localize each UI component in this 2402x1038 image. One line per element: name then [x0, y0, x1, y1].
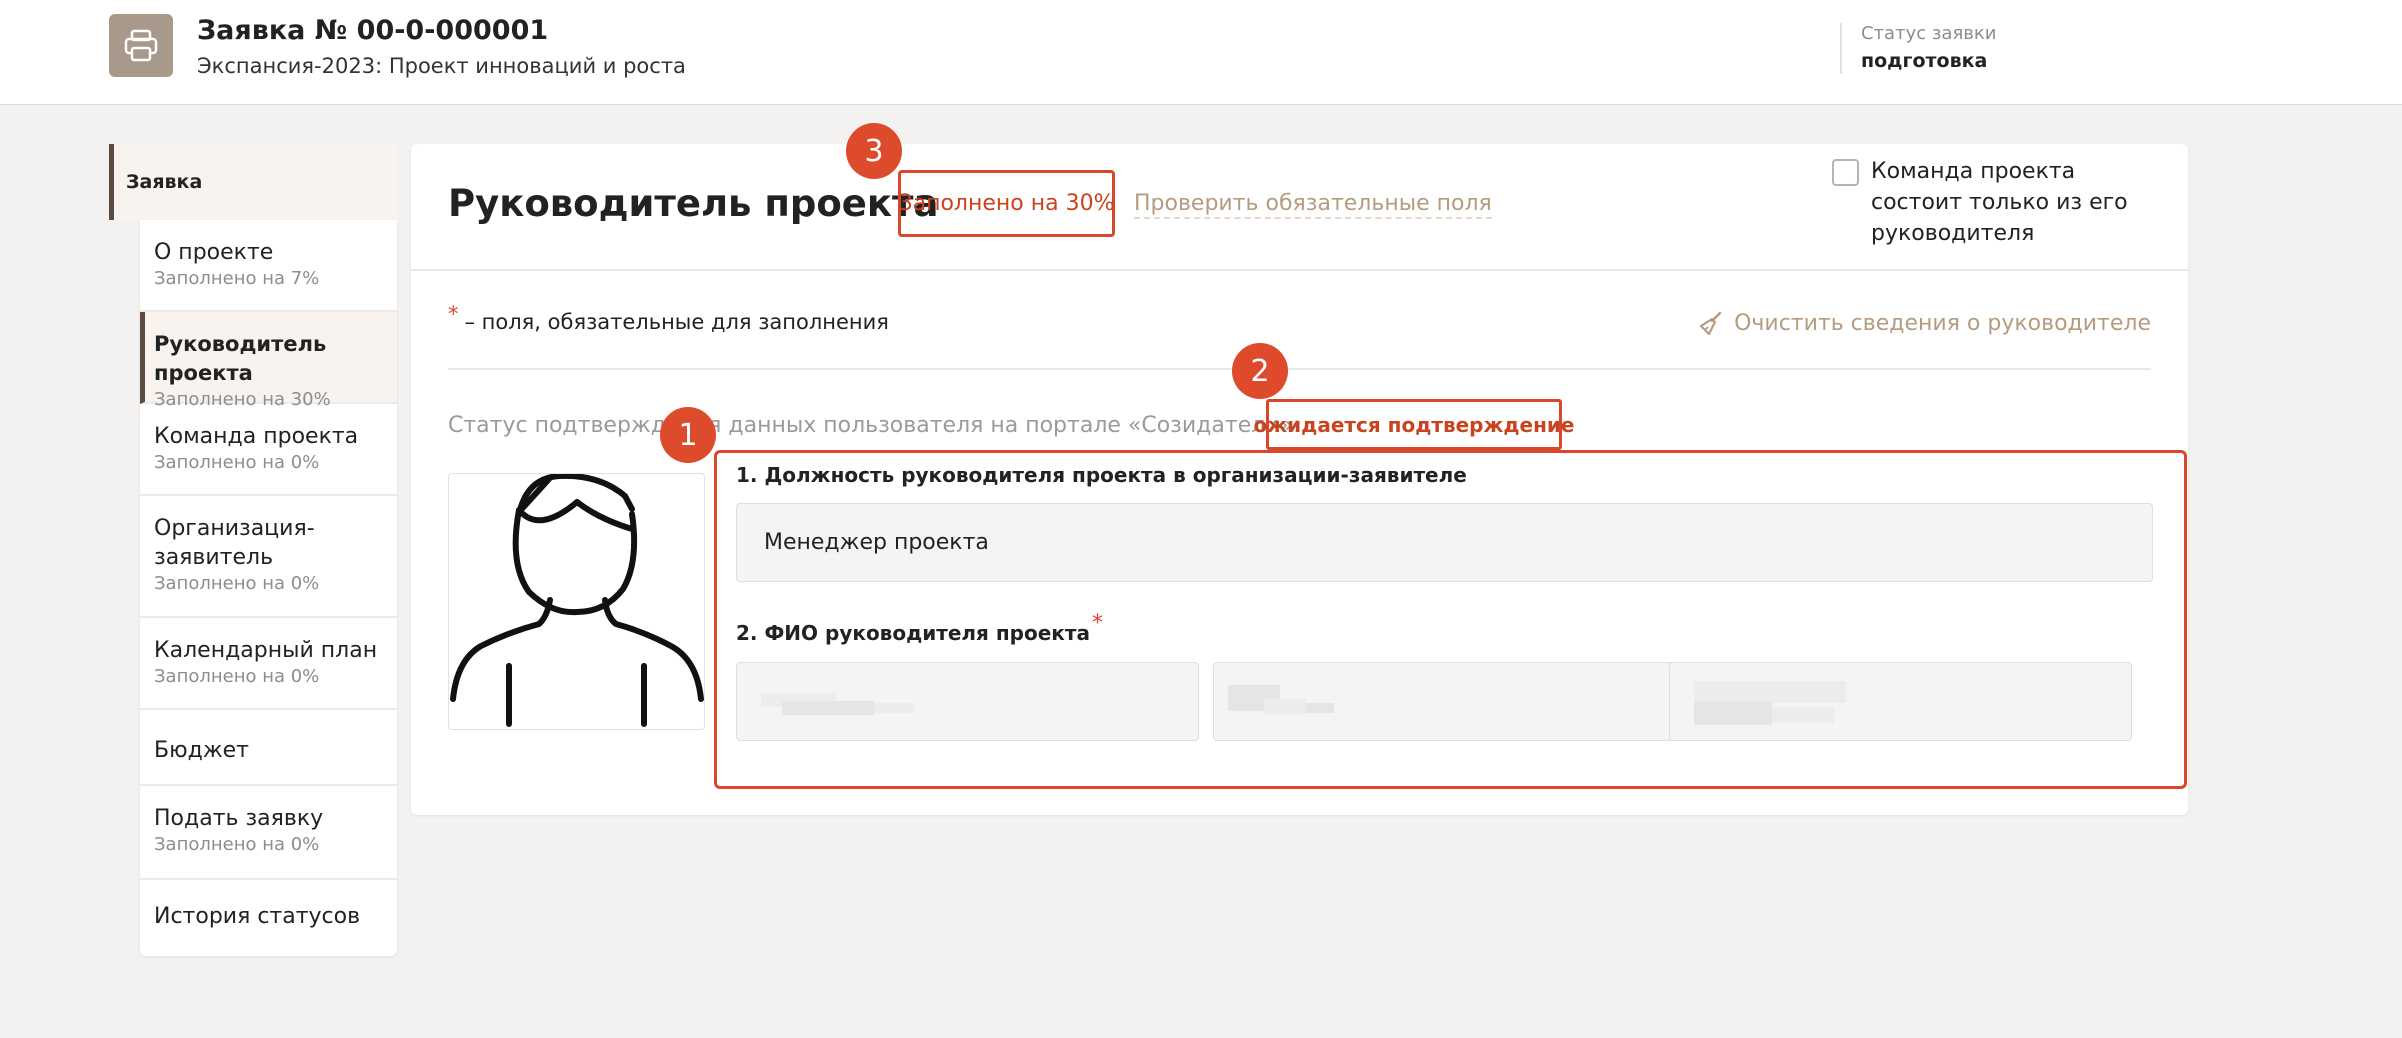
clear-lead-info-button[interactable]: Очистить сведения о руководителе [1698, 310, 2151, 336]
page-title: Руководитель проекта [448, 182, 939, 225]
redacted-text [1694, 681, 1846, 703]
sidebar-item-progress: Заполнено на 0% [154, 452, 320, 473]
request-title: Заявка № 00-0-000001 [197, 15, 549, 46]
person-icon [450, 474, 704, 727]
sidebar-item-team[interactable]: Команда проекта Заполнено на 0% [140, 404, 397, 496]
status-label: Статус заявки [1861, 23, 1997, 44]
sidebar-item-label: Бюджет [154, 738, 249, 763]
fio-field-label: 2. ФИО руководителя проекта* [736, 611, 1103, 646]
confirmation-status-label: Статус подтверждения данных пользователя… [448, 413, 1301, 438]
sidebar-item-budget[interactable]: Бюджет [140, 710, 397, 786]
firstname-input[interactable] [1213, 662, 1676, 741]
printer-icon[interactable] [109, 14, 173, 77]
sidebar-item-label: Команда проекта [154, 424, 359, 449]
sidebar-item-label: Организация-заявитель [154, 516, 315, 570]
sidebar-item-organization[interactable]: Организация-заявитель Заполнено на 0% [140, 496, 397, 618]
request-subtitle: Экспансия-2023: Проект инноваций и роста [197, 54, 686, 78]
check-required-fields-link[interactable]: Проверить обязательные поля [1134, 191, 1492, 219]
sidebar-item-label: Руководитель проекта [154, 332, 327, 385]
request-status: Статус заявки подготовка [1840, 23, 1996, 74]
position-field-label: 1. Должность руководителя проекта в орга… [736, 463, 1467, 487]
required-star: * [448, 302, 459, 326]
required-note-text: – поля, обязательные для заполнения [464, 310, 889, 334]
sidebar-item-status-history[interactable]: История статусов [140, 880, 397, 956]
sidebar-item-progress: Заполнено на 0% [154, 573, 320, 594]
sidebar-item-progress: Заполнено на 7% [154, 268, 320, 289]
sidebar-item-progress: Заполнено на 0% [154, 834, 320, 855]
redacted-text [1772, 707, 1834, 723]
fio-field-label-text: 2. ФИО руководителя проекта [736, 621, 1090, 645]
sidebar-item-label: О проекте [154, 240, 274, 265]
card-header: Руководитель проекта Заполнено на 30% Пр… [411, 144, 2188, 271]
sidebar-item-label: История статусов [154, 904, 361, 929]
sidebar-item-progress: Заполнено на 0% [154, 666, 320, 687]
sidebar-item-project-lead[interactable]: Руководитель проекта Заполнено на 30% [140, 312, 397, 410]
middlename-input[interactable] [1669, 662, 2132, 741]
position-input[interactable]: Менеджер проекта [736, 503, 2153, 582]
divider [448, 368, 2151, 370]
app-header: Заявка № 00-0-000001 Экспансия-2023: Про… [0, 0, 2402, 105]
redacted-text [782, 701, 874, 715]
annotation-badge-1: 1 [660, 407, 716, 463]
broom-icon [1699, 311, 1722, 336]
lead-fields-group: 1. Должность руководителя проекта в орга… [714, 450, 2187, 789]
sidebar-item-label: Подать заявку [154, 806, 324, 831]
clear-lead-info-label: Очистить сведения о руководителе [1734, 310, 2151, 336]
confirmation-status-value: ожидается подтверждение [1254, 399, 1575, 450]
fill-status: Заполнено на 30% [898, 170, 1115, 237]
sidebar-nav: О проекте Заполнено на 7% Руководитель п… [140, 220, 397, 956]
team-only-lead-label[interactable]: Команда проекта состоит только из его ру… [1871, 156, 2141, 249]
required-star: * [1091, 611, 1103, 636]
lastname-input[interactable] [736, 662, 1199, 741]
redacted-text [1264, 699, 1306, 715]
required-fields-note: * – поля, обязательные для заполнения [448, 302, 889, 334]
redacted-text [874, 703, 914, 713]
redacted-text [1306, 703, 1334, 713]
team-only-lead-checkbox[interactable] [1832, 159, 1859, 186]
sidebar-item-calendar-plan[interactable]: Календарный план Заполнено на 0% [140, 618, 397, 710]
status-value: подготовка [1861, 50, 1988, 72]
annotation-badge-3: 3 [846, 123, 902, 179]
avatar-placeholder[interactable] [448, 473, 705, 730]
sidebar-item-label: Календарный план [154, 638, 378, 663]
sidebar-parent-request[interactable]: Заявка [109, 144, 397, 220]
annotation-badge-2: 2 [1232, 343, 1288, 399]
sidebar-item-submit[interactable]: Подать заявку Заполнено на 0% [140, 786, 397, 880]
sidebar-item-about[interactable]: О проекте Заполнено на 7% [140, 220, 397, 312]
redacted-text [1694, 701, 1772, 725]
project-lead-card: Руководитель проекта Заполнено на 30% Пр… [411, 144, 2188, 815]
